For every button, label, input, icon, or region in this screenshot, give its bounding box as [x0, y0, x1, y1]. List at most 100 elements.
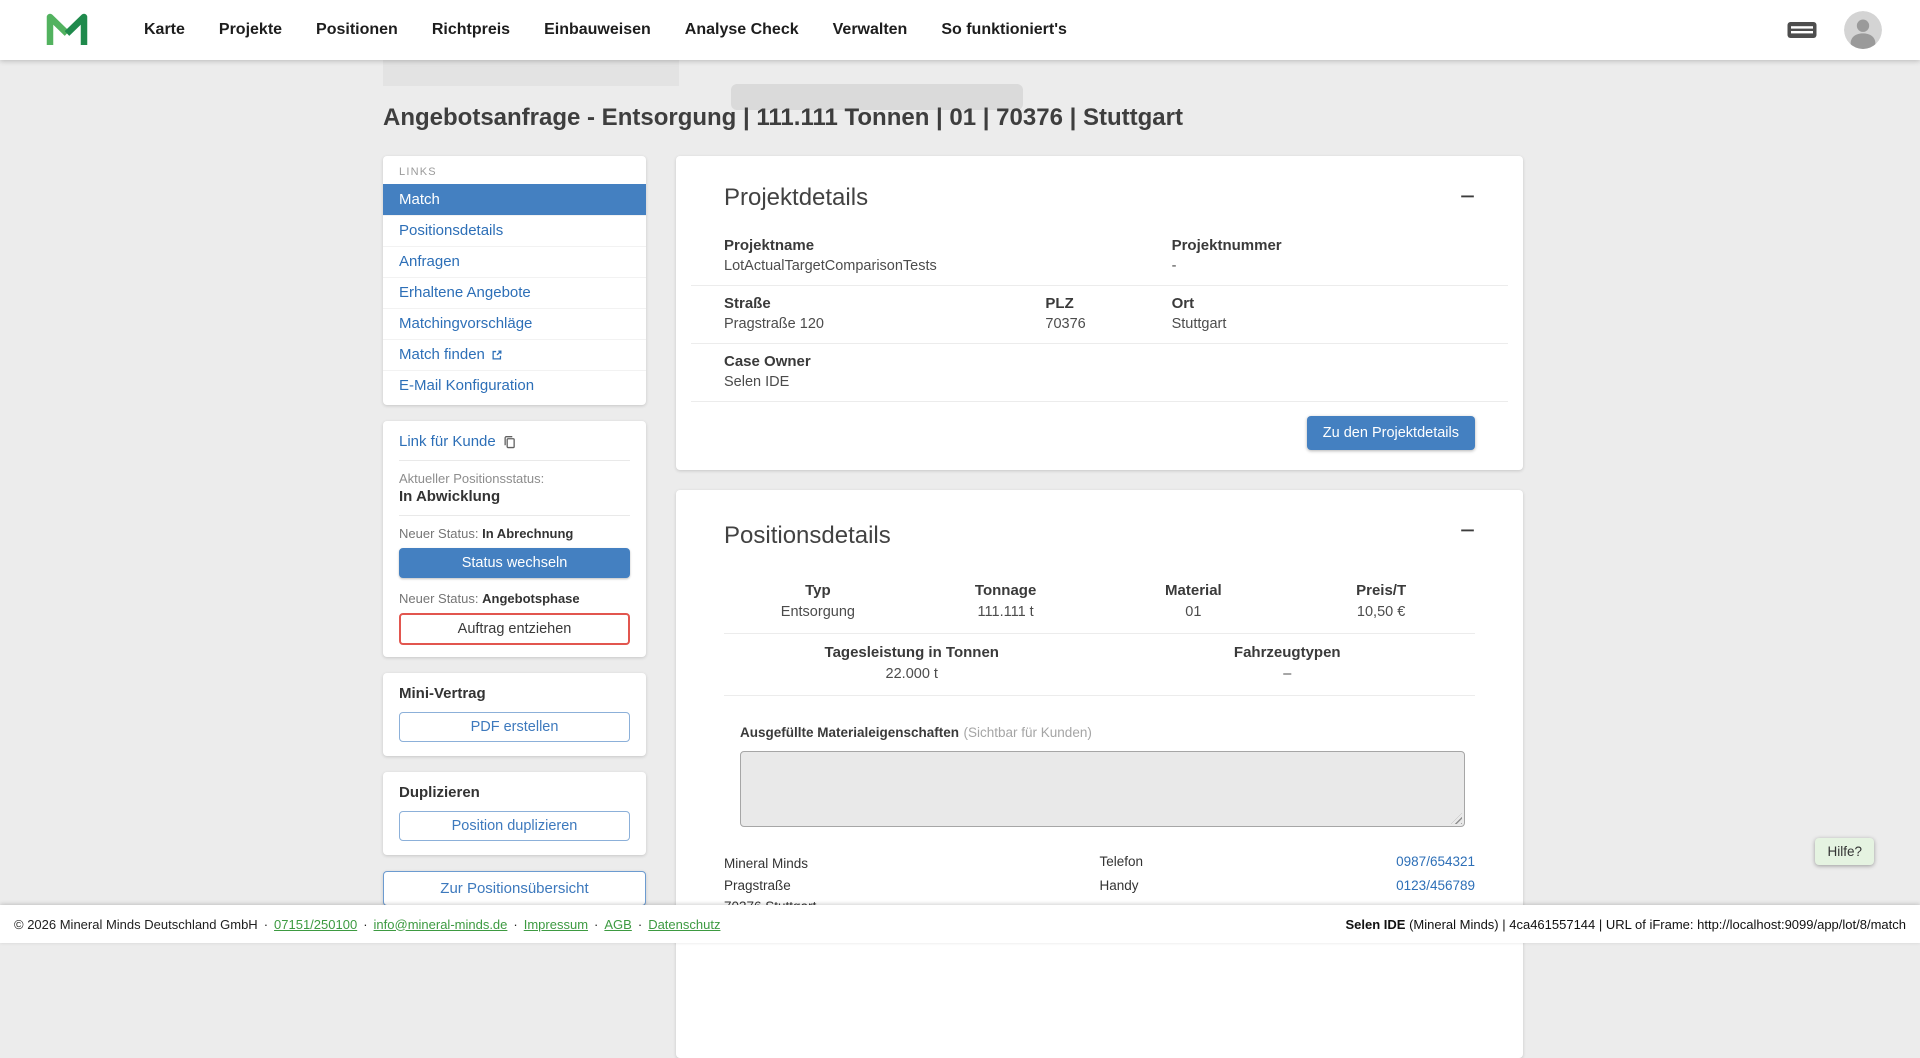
customer-link[interactable]: Link für Kunde	[399, 433, 630, 461]
sidebar-item-erhaltene-angebote[interactable]: Erhaltene Angebote	[383, 277, 646, 308]
copy-icon	[503, 435, 516, 449]
project-details-title: Projektdetails	[724, 184, 1475, 212]
stat-label: Preis/T	[1287, 582, 1475, 599]
footer-email-link[interactable]: info@mineral-minds.de	[374, 917, 508, 932]
stat-value: 111.111 t	[912, 604, 1100, 620]
material-properties-hint: (Sichtbar für Kunden)	[964, 725, 1092, 740]
phone-row: Handy 0123/456789	[1100, 878, 1476, 893]
material-properties-label-line: Ausgefüllte Materialeigenschaften (Sicht…	[740, 724, 1465, 742]
field-strasse: Straße Pragstraße 120	[724, 295, 1045, 332]
stat-tonnage: Tonnage 111.111 t	[912, 582, 1100, 620]
field-value: -	[1172, 258, 1475, 274]
copyright-text: © 2026 Mineral Minds Deutschland GmbH	[14, 917, 258, 932]
footer: © 2026 Mineral Minds Deutschland GmbH · …	[0, 905, 1920, 943]
material-properties-textarea-wrap	[740, 751, 1465, 827]
customer-link-label: Link für Kunde	[399, 433, 496, 450]
next-status-label: Neuer Status:	[399, 591, 479, 606]
duplicate-position-button[interactable]: Position duplizieren	[399, 811, 630, 841]
collapse-icon[interactable]: −	[1454, 182, 1481, 210]
footer-separator: ·	[363, 917, 367, 932]
stat-value: 22.000 t	[724, 666, 1100, 682]
nav-item-so-funktionierts[interactable]: So funktioniert's	[941, 21, 1067, 39]
footer-separator: ·	[594, 917, 598, 932]
session-user: Selen IDE	[1345, 917, 1405, 932]
stat-value: 01	[1100, 604, 1288, 620]
session-details: (Mineral Minds) | 4ca461557144 | URL of …	[1405, 917, 1906, 932]
table-row: Projektname LotActualTargetComparisonTes…	[691, 228, 1508, 286]
sidebar-item-email-konfiguration[interactable]: E-Mail Konfiguration	[383, 370, 646, 401]
stat-label: Fahrzeugtypen	[1100, 644, 1476, 661]
field-value: Stuttgart	[1172, 316, 1475, 332]
collapse-icon[interactable]: −	[1454, 516, 1481, 544]
user-avatar[interactable]	[1844, 11, 1882, 49]
revoke-order-button[interactable]: Auftrag entziehen	[399, 613, 630, 645]
project-details-rows: Projektname LotActualTargetComparisonTes…	[691, 228, 1508, 402]
sidebar-item-label: Erhaltene Angebote	[399, 284, 531, 301]
nav-item-verwalten[interactable]: Verwalten	[833, 21, 908, 39]
contact-street: Pragstraße	[724, 875, 1100, 897]
footer-agb-link[interactable]: AGB	[604, 917, 631, 932]
sidebar-item-match-finden[interactable]: Match finden	[383, 339, 646, 370]
stat-label: Typ	[724, 582, 912, 599]
field-value: 70376	[1045, 316, 1171, 332]
status-card: Link für Kunde Aktueller Positionsstatus…	[383, 421, 646, 657]
telefon-link[interactable]: 0987/654321	[1396, 854, 1475, 869]
footer-separator: ·	[638, 917, 642, 932]
nav-item-analyse-check[interactable]: Analyse Check	[685, 21, 799, 39]
main-nav: Karte Projekte Positionen Richtpreis Ein…	[144, 21, 1067, 39]
position-stats-row: Tagesleistung in Tonnen 22.000 t Fahrzeu…	[724, 634, 1475, 696]
sidebar-item-label: Anfragen	[399, 253, 460, 270]
nav-item-positionen[interactable]: Positionen	[316, 21, 398, 39]
stat-value: 10,50 €	[1287, 604, 1475, 620]
footer-phone-link[interactable]: 07151/250100	[274, 917, 357, 932]
stat-label: Tonnage	[912, 582, 1100, 599]
current-status-label: Aktueller Positionsstatus:	[399, 471, 630, 486]
footer-impressum-link[interactable]: Impressum	[524, 917, 588, 932]
nav-item-projekte[interactable]: Projekte	[219, 21, 282, 39]
material-properties-textarea[interactable]	[740, 751, 1465, 827]
sidebar-item-match[interactable]: Match	[383, 184, 646, 215]
go-to-project-details-button[interactable]: Zu den Projektdetails	[1307, 416, 1475, 450]
stat-value: Entsorgung	[724, 604, 912, 620]
change-status-button[interactable]: Status wechseln	[399, 548, 630, 578]
field-plz: PLZ 70376	[1045, 295, 1171, 332]
position-details-title: Positionsdetails	[724, 522, 1475, 550]
field-label: Projektname	[724, 237, 1172, 254]
next-status-value: Angebotsphase	[482, 591, 580, 606]
field-value: Pragstraße 120	[724, 316, 1045, 332]
footer-links: © 2026 Mineral Minds Deutschland GmbH · …	[14, 917, 720, 932]
sidebar-item-matchingvorschlaege[interactable]: Matchingvorschläge	[383, 308, 646, 339]
telefon-label: Telefon	[1100, 854, 1144, 869]
field-label: Straße	[724, 295, 1045, 312]
position-overview-button[interactable]: Zur Positionsübersicht	[383, 871, 646, 906]
sidebar-item-label: Matchingvorschläge	[399, 315, 532, 332]
stat-typ: Typ Entsorgung	[724, 582, 912, 620]
top-navbar: Karte Projekte Positionen Richtpreis Ein…	[0, 0, 1920, 60]
field-value: Selen IDE	[724, 374, 1475, 390]
nav-item-karte[interactable]: Karte	[144, 21, 185, 39]
mini-contract-card: Mini-Vertrag PDF erstellen	[383, 673, 646, 756]
stat-preis: Preis/T 10,50 €	[1287, 582, 1475, 620]
handy-link[interactable]: 0123/456789	[1396, 878, 1475, 893]
table-row: Straße Pragstraße 120 PLZ 70376 Ort Stut…	[691, 286, 1508, 344]
sidebar: LINKS Match Positionsdetails Anfragen Er…	[383, 156, 646, 906]
footer-datenschutz-link[interactable]: Datenschutz	[648, 917, 720, 932]
stat-value: –	[1100, 666, 1476, 682]
create-pdf-button[interactable]: PDF erstellen	[399, 712, 630, 742]
sidebar-item-positionsdetails[interactable]: Positionsdetails	[383, 215, 646, 246]
next-status-line: Neuer Status: Angebotsphase	[399, 591, 630, 606]
server-icon[interactable]	[1786, 18, 1818, 42]
field-case-owner: Case Owner Selen IDE	[724, 353, 1475, 390]
nav-item-richtpreis[interactable]: Richtpreis	[432, 21, 510, 39]
footer-separator: ·	[513, 917, 517, 932]
mineral-minds-logo-icon[interactable]	[46, 11, 88, 49]
field-label: Ort	[1172, 295, 1475, 312]
field-ort: Ort Stuttgart	[1172, 295, 1475, 332]
project-details-card: Projektdetails − Projektname LotActualTa…	[676, 156, 1523, 470]
contact-company: Mineral Minds	[724, 853, 1100, 875]
nav-item-einbauweisen[interactable]: Einbauweisen	[544, 21, 651, 39]
sidebar-item-anfragen[interactable]: Anfragen	[383, 246, 646, 277]
field-label: Projektnummer	[1172, 237, 1475, 254]
help-button[interactable]: Hilfe?	[1815, 838, 1874, 865]
next-status-line: Neuer Status: In Abrechnung	[399, 526, 630, 541]
